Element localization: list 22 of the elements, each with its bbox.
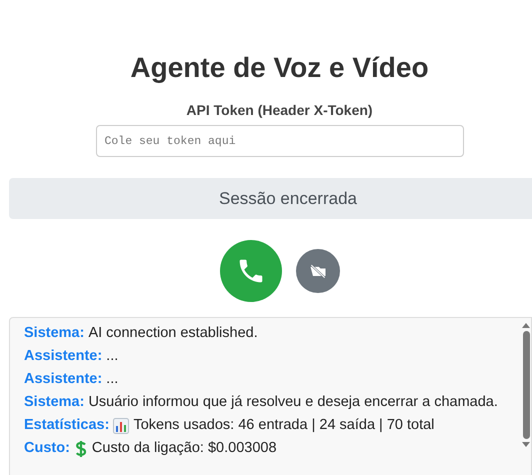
page-title: Agente de Voz e Vídeo <box>129 52 430 84</box>
token-label: API Token (Header X-Token) <box>186 102 373 118</box>
session-status: Sessão encerrada <box>9 178 532 219</box>
speaker-label: Assistente: <box>24 347 102 366</box>
speaker-label: Sistema: <box>24 393 84 412</box>
speaker-label: Sistema: <box>24 324 84 343</box>
message-text: ... <box>106 347 118 366</box>
speaker-label: Assistente: <box>24 370 102 389</box>
message-text: Custo da ligação: $0.003008 <box>92 439 277 458</box>
message-text: Usuário informou que já resolveu e deseja encerrar a chamada. <box>88 393 498 412</box>
speaker-label: Custo: <box>24 439 70 458</box>
speaker-label: Estatísticas: <box>24 416 110 435</box>
scroll-down-icon[interactable] <box>522 442 530 448</box>
bar-chart-icon <box>113 418 130 434</box>
dollar-icon <box>74 440 88 458</box>
message-text: ... <box>106 370 118 389</box>
message-text: Tokens usados: 46 entrada | 24 saída | 70 total <box>133 416 434 435</box>
camera-off-button[interactable] <box>296 249 340 293</box>
token-field[interactable]: Cole seu token aqui <box>96 125 464 157</box>
scroll-up-icon[interactable] <box>522 322 530 328</box>
message-text: AI connection established. <box>88 324 258 343</box>
scrollbar-thumb[interactable] <box>522 331 530 439</box>
